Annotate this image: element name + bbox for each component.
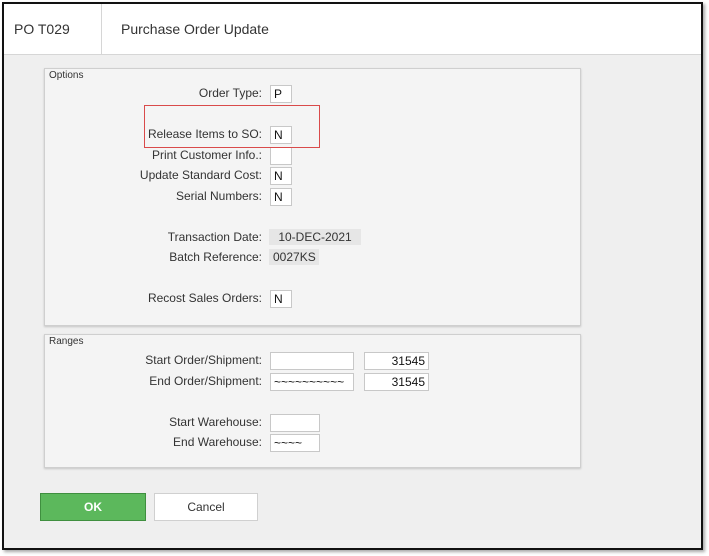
order-type-label: Order Type: bbox=[198, 86, 262, 100]
order-type-field[interactable]: P bbox=[270, 85, 292, 103]
start-order-shipment-number[interactable]: 31545 bbox=[364, 352, 429, 370]
ranges-panel: Ranges Start Order/Shipment: 31545 End O… bbox=[44, 334, 581, 468]
ranges-section-title: Ranges bbox=[49, 336, 84, 347]
recost-sales-orders-field[interactable]: N bbox=[270, 290, 292, 308]
transaction-date-value: 10-DEC-2021 bbox=[269, 229, 361, 245]
start-order-shipment-label: Start Order/Shipment: bbox=[145, 353, 262, 367]
end-order-shipment-label: End Order/Shipment: bbox=[149, 374, 262, 388]
cancel-button[interactable]: Cancel bbox=[154, 493, 258, 521]
recost-sales-orders-label: Recost Sales Orders: bbox=[147, 291, 262, 305]
release-items-to-so-label: Release Items to SO: bbox=[147, 127, 262, 141]
update-standard-cost-field[interactable]: N bbox=[270, 167, 292, 185]
print-customer-info-field[interactable] bbox=[270, 147, 292, 165]
serial-numbers-field[interactable]: N bbox=[270, 188, 292, 206]
release-items-to-so-field[interactable]: N bbox=[270, 126, 292, 144]
program-code: PO T029 bbox=[4, 4, 102, 54]
start-order-shipment-field[interactable] bbox=[270, 352, 354, 370]
batch-reference-label: Batch Reference: bbox=[169, 250, 262, 264]
end-warehouse-label: End Warehouse: bbox=[173, 435, 262, 449]
print-customer-info-label: Print Customer Info.: bbox=[151, 148, 262, 162]
ok-button[interactable]: OK bbox=[40, 493, 146, 521]
start-warehouse-field[interactable] bbox=[270, 414, 320, 432]
transaction-date-label: Transaction Date: bbox=[167, 230, 262, 244]
title-bar: PO T029 Purchase Order Update bbox=[4, 4, 701, 55]
end-warehouse-field[interactable]: ~~~~ bbox=[270, 434, 320, 452]
page-title: Purchase Order Update bbox=[121, 21, 269, 37]
options-panel: Options Order Type: P Release Items to S… bbox=[44, 68, 581, 326]
batch-reference-value: 0027KS bbox=[269, 249, 319, 265]
window-frame: PO T029 Purchase Order Update Options Or… bbox=[2, 2, 703, 550]
options-section-title: Options bbox=[49, 70, 84, 81]
serial-numbers-label: Serial Numbers: bbox=[175, 189, 262, 203]
start-warehouse-label: Start Warehouse: bbox=[169, 415, 262, 429]
end-order-shipment-number[interactable]: 31545 bbox=[364, 373, 429, 391]
update-standard-cost-label: Update Standard Cost: bbox=[139, 168, 262, 182]
end-order-shipment-field[interactable]: ~~~~~~~~~~ bbox=[270, 373, 354, 391]
